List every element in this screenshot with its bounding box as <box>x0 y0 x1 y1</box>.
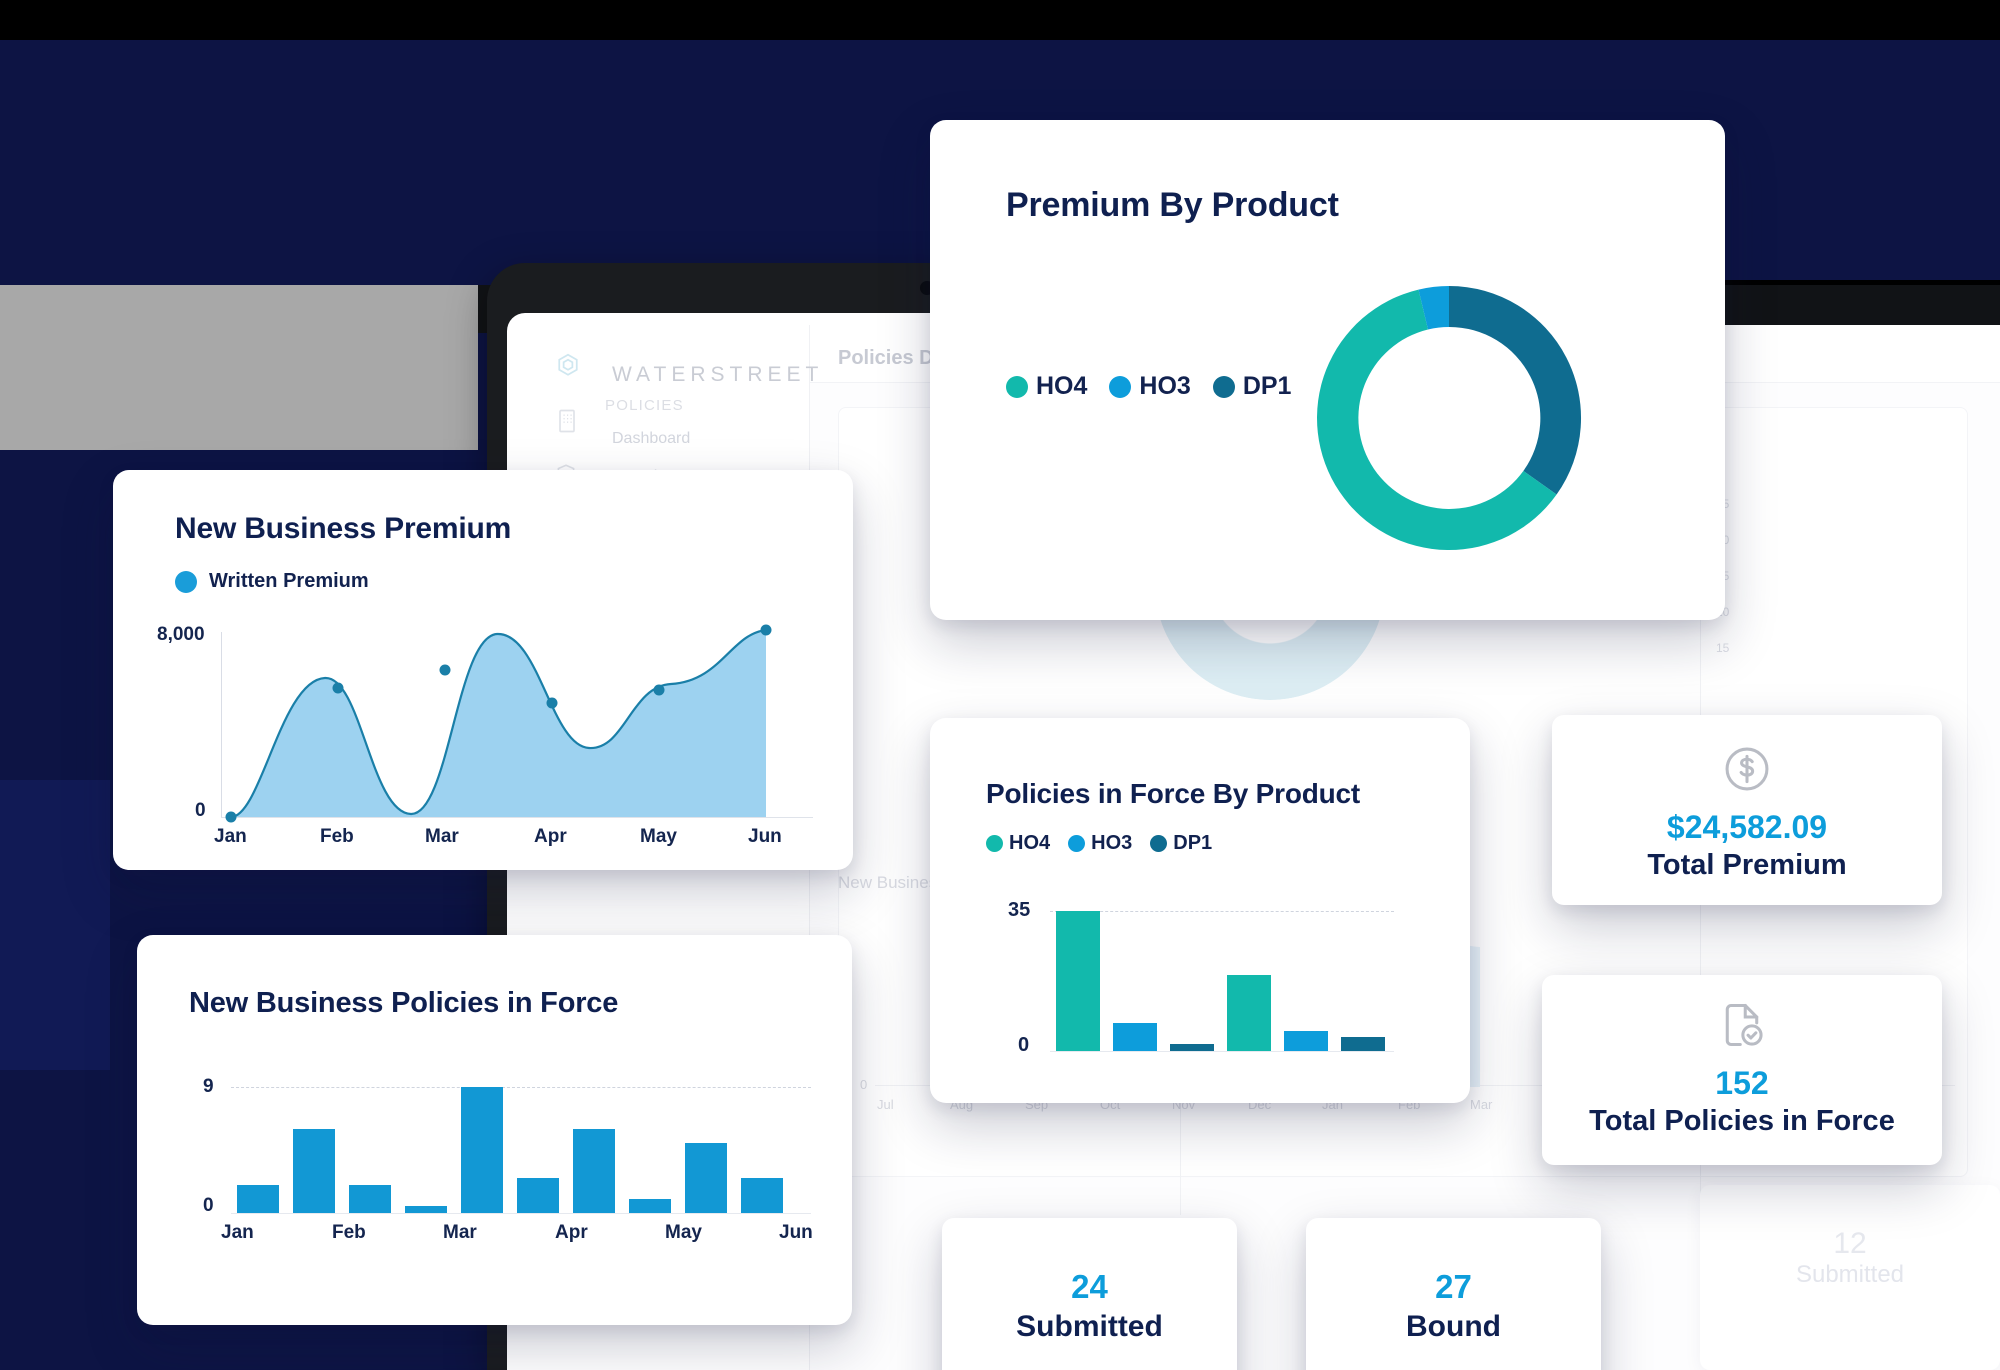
legend-label: Written Premium <box>209 570 369 592</box>
card-total-premium: $24,582.09 Total Premium <box>1552 715 1942 905</box>
legend-item-dp1[interactable]: DP1 <box>1212 372 1292 401</box>
card-new-business-premium: New Business Premium Written Premium 8,0… <box>113 470 853 870</box>
x-tick-may: May <box>640 826 677 847</box>
area-chart-new-business-premium[interactable]: 8,000 0 Jan Feb Mar Apr May Jun <box>157 618 817 848</box>
y-tick-min: 0 <box>195 800 206 821</box>
card-total-policies-in-force: 152 Total Policies in Force <box>1542 975 1942 1165</box>
legend-label: HO3 <box>1139 372 1191 400</box>
card-title-pif-by-product: Policies in Force By Product <box>986 778 1361 809</box>
bar-chart-pif-by-product[interactable]: 35 0 <box>986 899 1406 1063</box>
stat-value-total-premium: $24,582.09 <box>1666 809 1828 845</box>
x-tick-mar: Mar <box>443 1222 477 1243</box>
stat-value-total-pif: 152 <box>1715 1065 1769 1101</box>
legend-label: DP1 <box>1242 372 1292 400</box>
card-title-premium-by-product: Premium By Product <box>1006 186 1339 224</box>
background-navy-left-dark <box>0 780 110 1070</box>
y-tick-max: 8,000 <box>157 624 205 645</box>
card-premium-by-product: Premium By Product HO4 HO3 DP1 <box>930 120 1725 620</box>
x-tick-feb: Feb <box>332 1222 366 1243</box>
legend-dot-icon <box>1212 375 1235 398</box>
legend-item-ho4[interactable]: HO4 <box>1006 372 1087 401</box>
x-tick-mar: Mar <box>425 826 459 847</box>
legend-item-ho3[interactable]: HO3 <box>1068 832 1132 855</box>
legend-item-dp1[interactable]: DP1 <box>1150 832 1212 855</box>
bar-chart-new-business-pif[interactable]: 9 0 Jan Feb Mar Apr May Jun <box>189 1076 819 1270</box>
x-tick-jan: Jan <box>214 826 247 847</box>
legend-dot-icon <box>175 570 197 593</box>
y-tick-min: 0 <box>203 1195 214 1216</box>
legend-label: DP1 <box>1173 832 1213 854</box>
screenshot-root: WATERSTREET POLICIES Dashboard Search › … <box>0 0 2000 1370</box>
y-tick-min: 0 <box>1018 1034 1030 1056</box>
stat-value-submitted: 24 <box>1071 1268 1108 1305</box>
legend-dot-icon <box>1068 835 1086 852</box>
stat-label-bound: Bound <box>1406 1310 1501 1343</box>
x-axis-line <box>231 1213 811 1214</box>
stat-label-total-pif: Total Policies in Force <box>1589 1105 1895 1137</box>
x-tick-jan: Jan <box>221 1222 254 1243</box>
card-policies-in-force-by-product: Policies in Force By Product HO4 HO3 DP1… <box>930 718 1470 1103</box>
legend-item-ho4[interactable]: HO4 <box>986 832 1050 855</box>
y-tick-max: 9 <box>203 1076 214 1097</box>
stat-label-total-premium: Total Premium <box>1647 849 1847 881</box>
background-grey-bar <box>0 285 478 450</box>
legend-item-ho3[interactable]: HO3 <box>1109 372 1191 401</box>
legend-dot-icon <box>1150 835 1168 852</box>
card-title-new-business-pif: New Business Policies in Force <box>189 987 619 1019</box>
legend-premium-by-product: HO4 HO3 DP1 <box>1006 372 1313 401</box>
legend-dot-icon <box>986 835 1003 852</box>
card-bound: 27 Bound <box>1306 1218 1601 1370</box>
legend-label: HO4 <box>1009 832 1051 854</box>
card-new-business-policies-in-force: New Business Policies in Force 9 0 Jan F… <box>137 935 852 1325</box>
x-tick-apr: Apr <box>555 1222 588 1243</box>
document-check-icon <box>1716 999 1768 1051</box>
legend-dot-icon <box>1006 375 1028 398</box>
legend-label: HO3 <box>1091 832 1133 854</box>
stat-label-submitted: Submitted <box>1016 1310 1163 1343</box>
x-tick-may: May <box>665 1222 702 1243</box>
stat-value-bound: 27 <box>1435 1268 1472 1305</box>
x-axis-line <box>1050 1051 1394 1052</box>
donut-chart-premium-by-product[interactable] <box>1299 268 1599 568</box>
legend-pif-by-product: HO4 HO3 DP1 <box>986 832 1234 855</box>
legend-label: HO4 <box>1036 372 1088 400</box>
dollar-circle-icon <box>1721 743 1773 795</box>
x-tick-jun: Jun <box>779 1222 813 1243</box>
legend-dot-icon <box>1109 375 1132 398</box>
background-stat-label: Submitted <box>1795 1261 1905 1288</box>
card-title-new-business-premium: New Business Premium <box>175 512 512 545</box>
background-y-tick: 15 <box>1716 641 1730 655</box>
legend-new-business-premium: Written Premium <box>175 570 391 593</box>
y-tick-max: 35 <box>1008 899 1031 921</box>
background-month-label: Mar <box>1470 1097 1493 1112</box>
card-submitted: 24 Submitted <box>942 1218 1237 1370</box>
legend-item-written-premium[interactable]: Written Premium <box>175 570 369 593</box>
background-stat-value: 12 <box>1833 1227 1867 1260</box>
x-tick-jun: Jun <box>748 826 782 847</box>
background-stat-card-submitted: 12 Submitted <box>1700 1185 2000 1370</box>
x-tick-apr: Apr <box>534 826 567 847</box>
x-tick-feb: Feb <box>320 826 354 847</box>
